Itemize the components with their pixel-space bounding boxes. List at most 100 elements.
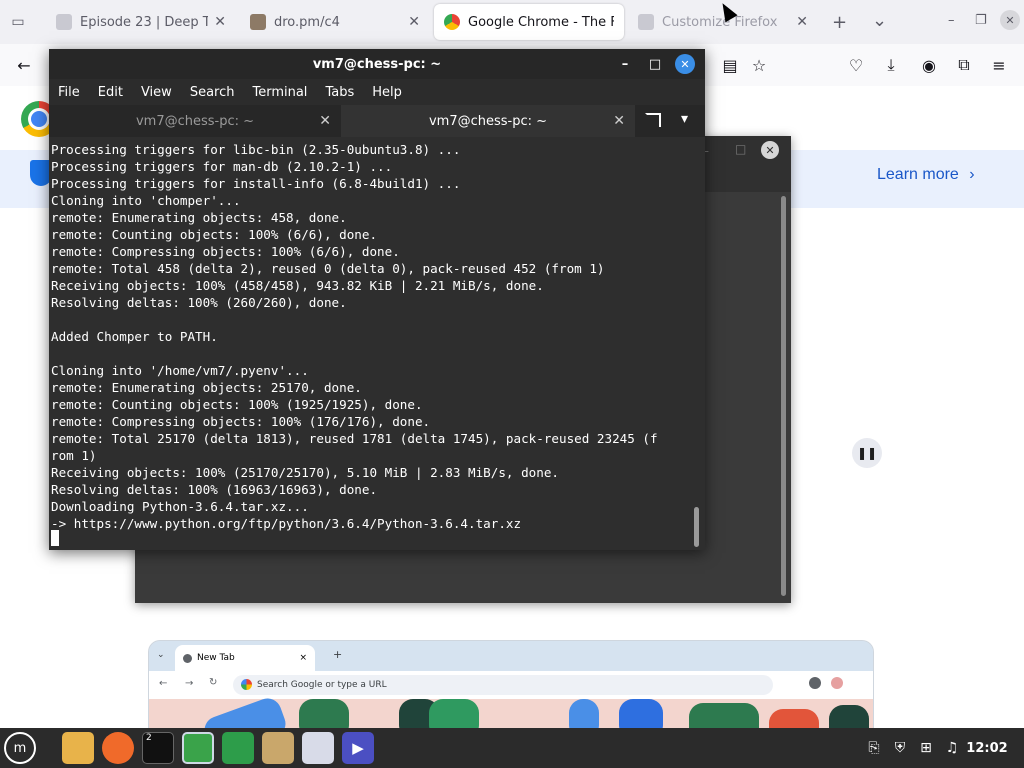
close-icon[interactable]: ✕ — [319, 113, 331, 129]
window-close-button[interactable]: ✕ — [761, 141, 779, 159]
terminal-output: Processing triggers for libc-bin (2.35-0… — [51, 142, 658, 531]
menu-search[interactable]: Search — [190, 85, 235, 100]
firefox-icon[interactable] — [102, 732, 134, 764]
back-icon: ← — [159, 678, 168, 689]
scrollbar[interactable] — [694, 507, 699, 547]
art-shape — [689, 703, 759, 729]
podcast-icon — [56, 14, 72, 30]
window-minimize-button[interactable]: – — [948, 13, 955, 28]
preview-toolbar: ← → ↻ Search Google or type a URL — [149, 671, 873, 699]
bookmark-star-icon[interactable]: ☆ — [745, 51, 773, 79]
puzzle-icon — [638, 14, 654, 30]
terminal-titlebar[interactable]: vm7@chess-pc: ~ – □ ✕ — [49, 49, 705, 79]
art-shape — [619, 699, 663, 729]
media-player-icon[interactable]: ▶ — [342, 732, 374, 764]
firefox-tab-dro[interactable]: dro.pm/c4 ✕ — [240, 4, 430, 40]
pause-button[interactable]: ❚❚ — [852, 438, 882, 468]
learn-more-link[interactable]: Learn more › — [877, 166, 975, 184]
avatar — [831, 677, 843, 689]
terminal-badge: 2 — [146, 733, 152, 743]
update-manager-icon[interactable]: ⎘ — [864, 728, 884, 768]
calculator-icon[interactable] — [182, 732, 214, 764]
new-tab-button[interactable]: + — [832, 12, 847, 33]
shield-vpn-icon[interactable] — [222, 732, 254, 764]
art-shape — [569, 699, 599, 729]
terminal-tab-bar: vm7@chess-pc: ~ ✕ vm7@chess-pc: ~ ✕ ▾ — [49, 105, 705, 137]
mint-menu-icon[interactable]: m — [4, 732, 36, 764]
scrollbar[interactable] — [781, 196, 786, 596]
account-icon[interactable]: ◉ — [915, 51, 943, 79]
archive-icon[interactable] — [262, 732, 294, 764]
window-close-button[interactable]: ✕ — [1000, 10, 1020, 30]
menu-help[interactable]: Help — [372, 85, 402, 100]
terminal-output-area[interactable]: Processing triggers for libc-bin (2.35-0… — [49, 137, 705, 550]
chrome-icon — [183, 653, 192, 663]
firefox-tab-episode[interactable]: Episode 23 | Deep Thr ✕ — [46, 4, 236, 40]
firefox-view-icon[interactable]: ▭ — [8, 12, 28, 32]
tab-title: Google Chrome - The F — [468, 14, 614, 30]
google-icon — [241, 679, 252, 690]
art-shape — [200, 694, 290, 729]
menu-file[interactable]: File — [58, 85, 80, 100]
reload-icon: ↻ — [209, 677, 218, 688]
forward-icon: → — [185, 678, 194, 689]
learn-more-label: Learn more — [877, 166, 959, 183]
window-maximize-button[interactable]: □ — [735, 142, 746, 156]
window-close-button[interactable]: ✕ — [675, 54, 695, 74]
back-button[interactable]: ← — [10, 51, 38, 79]
image-icon — [250, 14, 266, 30]
taskbar: m 2 ▶ ⎘ ⛨ ⊞ ♫ 12:02 — [0, 728, 1024, 768]
firefox-tab-strip: ▭ Episode 23 | Deep Thr ✕ dro.pm/c4 ✕ Go… — [0, 0, 1024, 44]
close-icon[interactable]: ✕ — [214, 14, 226, 30]
art-shape — [829, 705, 869, 729]
terminal-icon[interactable]: 2 — [142, 732, 174, 764]
terminal-tab-2[interactable]: vm7@chess-pc: ~ ✕ — [341, 105, 635, 137]
art-shape — [299, 699, 349, 729]
preview-artwork — [149, 694, 873, 729]
terminal-cursor — [51, 530, 59, 546]
omnibox-placeholder: Search Google or type a URL — [257, 680, 387, 690]
art-shape — [429, 699, 479, 729]
preview-tab-strip: ⌄ New Tab × + — [149, 641, 873, 671]
downloads-icon[interactable]: ⤓ — [877, 51, 905, 79]
tab-title: Episode 23 | Deep Thr — [80, 14, 209, 30]
menu-terminal[interactable]: Terminal — [252, 85, 307, 100]
firefox-tab-chrome[interactable]: Google Chrome - The F — [434, 4, 624, 40]
close-icon[interactable]: ✕ — [796, 14, 808, 30]
window-maximize-button[interactable]: □ — [645, 54, 665, 74]
files-icon[interactable] — [62, 732, 94, 764]
shield-icon[interactable]: ⛨ — [890, 728, 910, 768]
preview-omnibox: Search Google or type a URL — [233, 675, 773, 695]
new-tab-icon: + — [333, 648, 343, 661]
window-maximize-button[interactable]: ❐ — [975, 13, 987, 28]
app-menu-icon[interactable]: ≡ — [985, 51, 1013, 79]
extensions-icon[interactable]: ⧉ — [950, 51, 978, 79]
pocket-icon[interactable]: ♡ — [842, 51, 870, 79]
terminal-tab-1[interactable]: vm7@chess-pc: ~ ✕ — [49, 105, 341, 137]
list-all-tabs-button[interactable]: ⌄ — [872, 10, 887, 31]
tab-title: vm7@chess-pc: ~ — [135, 113, 255, 129]
chevron-down-icon: ⌄ — [157, 650, 165, 660]
terminal-window[interactable]: vm7@chess-pc: ~ – □ ✕ File Edit View Sea… — [49, 49, 705, 550]
sound-icon[interactable]: ♫ — [942, 728, 962, 768]
close-icon: × — [299, 653, 307, 663]
window-title: vm7@chess-pc: ~ — [312, 56, 442, 72]
menu-tabs[interactable]: Tabs — [325, 85, 354, 100]
close-icon[interactable]: ✕ — [408, 14, 420, 30]
chrome-preview-image: ⌄ New Tab × + ← → ↻ Search Google or typ… — [148, 640, 874, 730]
art-shape — [769, 709, 819, 729]
text-editor-icon[interactable] — [302, 732, 334, 764]
network-icon[interactable]: ⊞ — [916, 728, 936, 768]
close-icon[interactable]: ✕ — [613, 113, 625, 129]
tab-menu-button[interactable]: ▾ — [681, 111, 688, 127]
new-tab-icon[interactable] — [645, 113, 661, 127]
extension-icon — [809, 677, 821, 689]
window-minimize-button[interactable]: – — [615, 54, 635, 74]
clock[interactable]: 12:02 — [966, 728, 1008, 768]
menu-view[interactable]: View — [141, 85, 172, 100]
chevron-right-icon: › — [969, 166, 975, 183]
terminal-menubar: File Edit View Search Terminal Tabs Help — [49, 79, 705, 105]
preview-tab: New Tab × — [175, 645, 315, 671]
reader-view-icon[interactable]: ▤ — [716, 51, 744, 79]
menu-edit[interactable]: Edit — [98, 85, 123, 100]
